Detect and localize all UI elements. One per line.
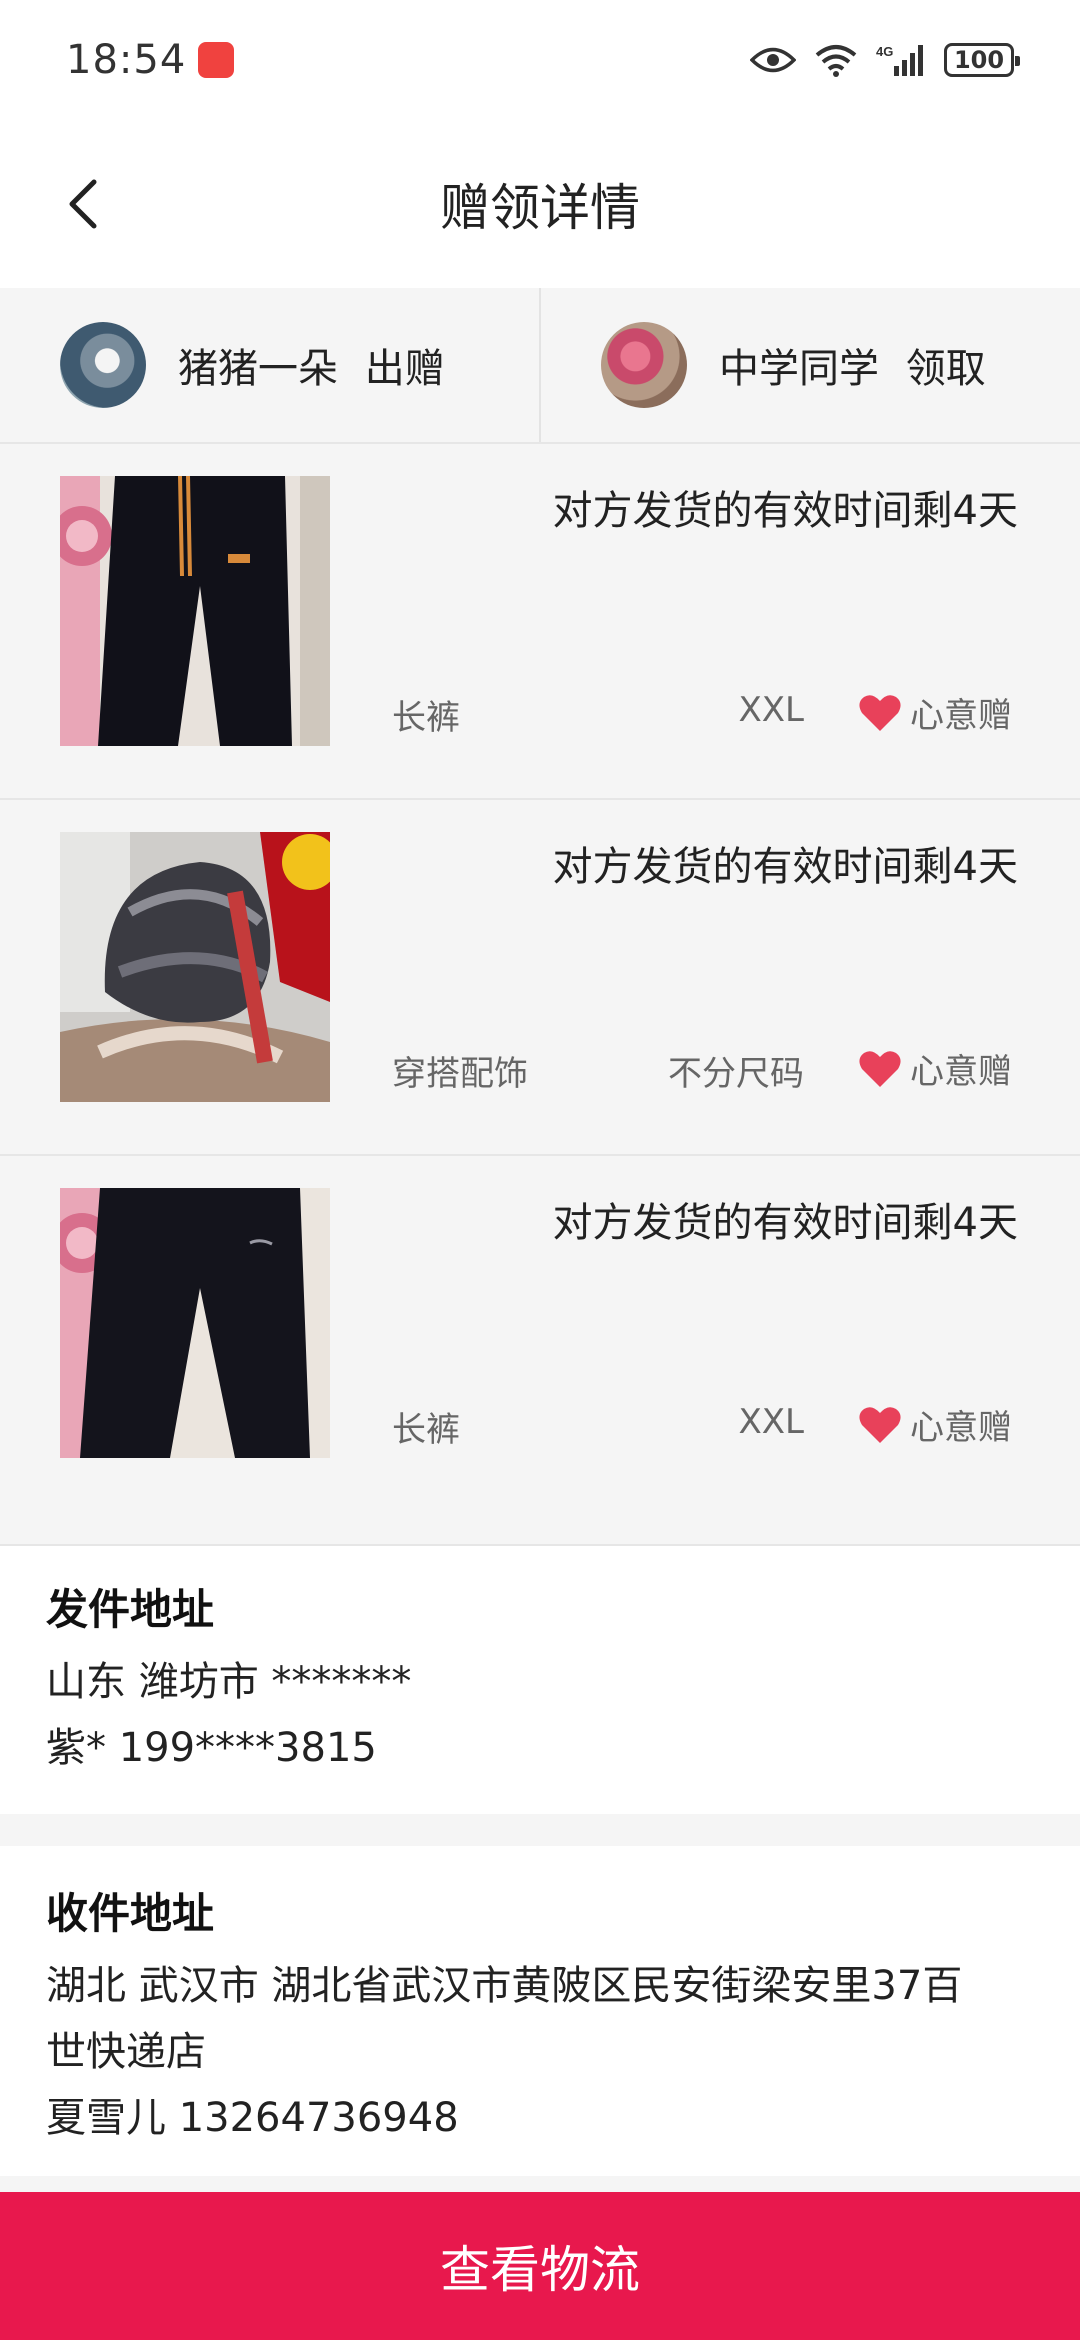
gift-item[interactable]: 对方发货的有效时间剩4天 穿搭配饰 不分尺码 心意赠 bbox=[0, 800, 1080, 1156]
status-bar: 18:54 4G 100 bbox=[0, 0, 1080, 120]
receiver-label: 中学同学 领取 bbox=[719, 336, 986, 394]
item-thumbnail[interactable] bbox=[60, 1188, 330, 1458]
item-category: 长裤 bbox=[392, 1410, 460, 1450]
hat-image bbox=[60, 832, 330, 1102]
sender-contact: 紫* 199****3815 bbox=[46, 1725, 377, 1771]
view-logistics-button[interactable]: 查看物流 bbox=[0, 2192, 1080, 2340]
participants-row: 猪猪一朵 出赠 中学同学 领取 bbox=[0, 288, 1080, 444]
sender-address-title: 发件地址 bbox=[46, 1585, 215, 1634]
gift-item[interactable]: 对方发货的有效时间剩4天 长裤 XXL 心意赠 bbox=[0, 444, 1080, 800]
heart-icon bbox=[859, 694, 901, 731]
gift-type-label: 心意赠 bbox=[910, 1408, 1012, 1448]
receiver-profile[interactable]: 中学同学 领取 bbox=[539, 288, 1080, 442]
item-size: 不分尺码 bbox=[668, 1054, 804, 1094]
battery-icon: 100 bbox=[944, 43, 1020, 77]
cellular-signal-icon: 4G bbox=[876, 44, 923, 76]
giver-action: 出赠 bbox=[364, 346, 445, 392]
item-thumbnail[interactable] bbox=[60, 476, 330, 746]
item-category: 穿搭配饰 bbox=[392, 1054, 528, 1094]
app-badge-icon bbox=[198, 42, 235, 78]
header: 赠领详情 bbox=[0, 120, 1080, 288]
shipping-deadline: 对方发货的有效时间剩4天 bbox=[552, 488, 1018, 534]
sender-address-region: 山东 潍坊市 ******* bbox=[46, 1659, 412, 1705]
network-label: 4G bbox=[876, 44, 893, 59]
status-time: 18:54 bbox=[66, 37, 187, 83]
item-thumbnail[interactable] bbox=[60, 832, 330, 1102]
sender-address-card: 发件地址 山东 潍坊市 ******* 紫* 199****3815 bbox=[0, 1546, 1080, 1814]
shipping-deadline: 对方发货的有效时间剩4天 bbox=[552, 844, 1018, 890]
page-title: 赠领详情 bbox=[440, 179, 640, 237]
battery-level: 100 bbox=[953, 46, 1005, 74]
giver-profile[interactable]: 猪猪一朵 出赠 bbox=[0, 288, 539, 442]
item-size: XXL bbox=[738, 1402, 804, 1442]
item-size: XXL bbox=[738, 690, 804, 730]
gift-type-badge: 心意赠 bbox=[858, 1044, 1012, 1093]
receiver-avatar[interactable] bbox=[601, 322, 687, 408]
giver-avatar[interactable] bbox=[60, 322, 146, 408]
receiver-name: 中学同学 bbox=[719, 346, 879, 392]
gift-type-badge: 心意赠 bbox=[858, 688, 1012, 737]
gift-item[interactable]: 对方发货的有效时间剩4天 长裤 XXL 心意赠 bbox=[0, 1156, 1080, 1546]
gift-type-label: 心意赠 bbox=[910, 1052, 1012, 1092]
receiver-action: 领取 bbox=[905, 346, 986, 392]
giver-name: 猪猪一朵 bbox=[178, 346, 338, 392]
receiver-address-line2: 世快递店 bbox=[46, 2029, 206, 2075]
pants-image bbox=[60, 476, 330, 746]
status-icons: 4G 100 bbox=[750, 42, 1020, 78]
gift-type-badge: 心意赠 bbox=[858, 1400, 1012, 1449]
receiver-address-title: 收件地址 bbox=[46, 1889, 215, 1938]
wifi-icon bbox=[815, 45, 857, 77]
back-button[interactable] bbox=[36, 156, 132, 252]
shipping-deadline: 对方发货的有效时间剩4天 bbox=[552, 1200, 1018, 1246]
gift-type-label: 心意赠 bbox=[910, 696, 1012, 736]
eye-icon bbox=[750, 47, 796, 73]
giver-label: 猪猪一朵 出赠 bbox=[178, 336, 445, 394]
receiver-address-line1: 湖北 武汉市 湖北省武汉市黄陂区民安街梁安里37百 bbox=[46, 1963, 963, 2009]
pants-image bbox=[60, 1188, 330, 1458]
receiver-address-card: 收件地址 湖北 武汉市 湖北省武汉市黄陂区民安街梁安里37百 世快递店 夏雪儿 … bbox=[0, 1846, 1080, 2176]
item-category: 长裤 bbox=[392, 698, 460, 738]
heart-icon bbox=[859, 1406, 901, 1443]
chevron-left-icon bbox=[69, 179, 97, 229]
receiver-contact: 夏雪儿 13264736948 bbox=[46, 2095, 459, 2141]
heart-icon bbox=[859, 1050, 901, 1087]
